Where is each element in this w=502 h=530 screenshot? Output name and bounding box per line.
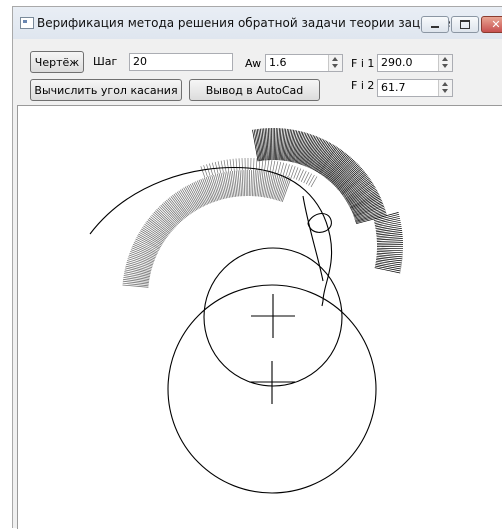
drawing-canvas[interactable] — [17, 105, 502, 529]
hatch-line — [227, 160, 229, 172]
spike-line — [377, 250, 403, 251]
aw-value: 1.6 — [269, 56, 287, 70]
hatch-line — [311, 177, 317, 187]
spike-line — [377, 248, 403, 249]
aw-stepper-arrows[interactable] — [328, 55, 342, 71]
fi1-value: 290.0 — [381, 56, 413, 70]
step-input[interactable]: 20 — [129, 53, 233, 71]
draw-button[interactable]: Чертёж — [30, 51, 84, 73]
close-icon: ✕ — [491, 18, 500, 31]
arrow-up-icon — [442, 82, 448, 86]
fi2-stepper-arrows[interactable] — [438, 80, 452, 96]
hatch-line — [244, 170, 245, 196]
close-button[interactable]: ✕ — [481, 16, 502, 33]
fi1-label: F i 1 — [351, 57, 374, 70]
hatch-line — [309, 175, 315, 186]
hatch-line — [207, 164, 211, 175]
arrow-down-icon — [442, 64, 448, 68]
spike-line — [377, 237, 403, 239]
hatch-line — [233, 159, 234, 171]
spike-line — [300, 134, 310, 164]
gear-geometry-drawing — [18, 106, 502, 530]
hatch-line — [242, 158, 243, 170]
spike-line — [275, 128, 276, 160]
maximize-button[interactable] — [451, 16, 479, 33]
hatch-line — [252, 170, 253, 196]
hatch-line — [224, 160, 226, 172]
app-window: Верификация метода решения обратной зада… — [12, 6, 502, 528]
arrow-up-icon — [332, 57, 338, 61]
hatch-line — [275, 161, 278, 173]
hatch-line — [270, 160, 272, 172]
hatch-line — [254, 170, 256, 196]
spike-line — [289, 130, 295, 161]
arrow-down-icon — [442, 89, 448, 93]
hatched-band-wide — [123, 158, 318, 287]
arrow-down-icon — [332, 64, 338, 68]
maximize-icon — [460, 20, 470, 29]
outer-arc-end — [322, 301, 323, 306]
hatch-line — [239, 158, 240, 170]
hatch-line — [264, 159, 266, 171]
hatch-line — [283, 164, 286, 176]
hatch-line — [251, 170, 252, 196]
contact-loop — [308, 214, 331, 233]
outer-arc — [90, 168, 332, 301]
arrow-up-icon — [442, 57, 448, 61]
autocad-export-button[interactable]: Вывод в AutoCad — [189, 79, 320, 101]
app-window-icon — [20, 17, 34, 29]
hatched-band-outer — [253, 128, 404, 273]
fi2-stepper[interactable]: 61.7 — [377, 79, 453, 97]
step-label: Шаг — [93, 55, 117, 68]
hatch-line — [159, 207, 177, 226]
hatch-line — [218, 161, 221, 173]
fi2-label: F i 2 — [351, 79, 374, 92]
hatch-line — [306, 174, 312, 185]
minimize-icon — [431, 26, 439, 28]
spike-line — [377, 253, 403, 255]
spike-line — [274, 128, 275, 160]
fi1-stepper[interactable]: 290.0 — [377, 54, 453, 72]
hatch-line — [246, 170, 247, 196]
hatch-line — [281, 163, 284, 175]
spike-line — [376, 228, 402, 232]
spike-line — [268, 128, 269, 160]
calculate-angle-button[interactable]: Вычислить угол касания — [30, 79, 182, 101]
aw-stepper[interactable]: 1.6 — [265, 54, 343, 72]
hatch-line — [242, 170, 243, 196]
hatch-line — [267, 160, 269, 172]
hatch-line — [304, 172, 309, 183]
spike-line — [377, 239, 403, 241]
hatch-line — [157, 209, 176, 227]
spike-line — [253, 130, 259, 162]
hatch-line — [221, 161, 223, 173]
hatch-line — [162, 204, 180, 223]
hatch-line — [236, 159, 237, 171]
fi2-value: 61.7 — [381, 81, 406, 95]
hatch-line — [230, 159, 232, 171]
aw-label: Aw — [245, 57, 261, 70]
spike-line — [377, 243, 403, 244]
hatch-line — [278, 162, 281, 174]
fi1-stepper-arrows[interactable] — [438, 55, 452, 71]
spike-line — [376, 261, 402, 265]
spike-line — [377, 251, 403, 252]
hatch-line — [286, 164, 290, 175]
spike-line — [270, 128, 271, 160]
window-title: Верификация метода решения обратной зада… — [37, 16, 473, 30]
spike-line — [377, 241, 403, 242]
title-bar[interactable]: Верификация метода решения обратной зада… — [13, 7, 502, 39]
minimize-button[interactable] — [421, 16, 449, 33]
hatch-line — [273, 161, 275, 173]
outline-curves — [90, 168, 376, 493]
